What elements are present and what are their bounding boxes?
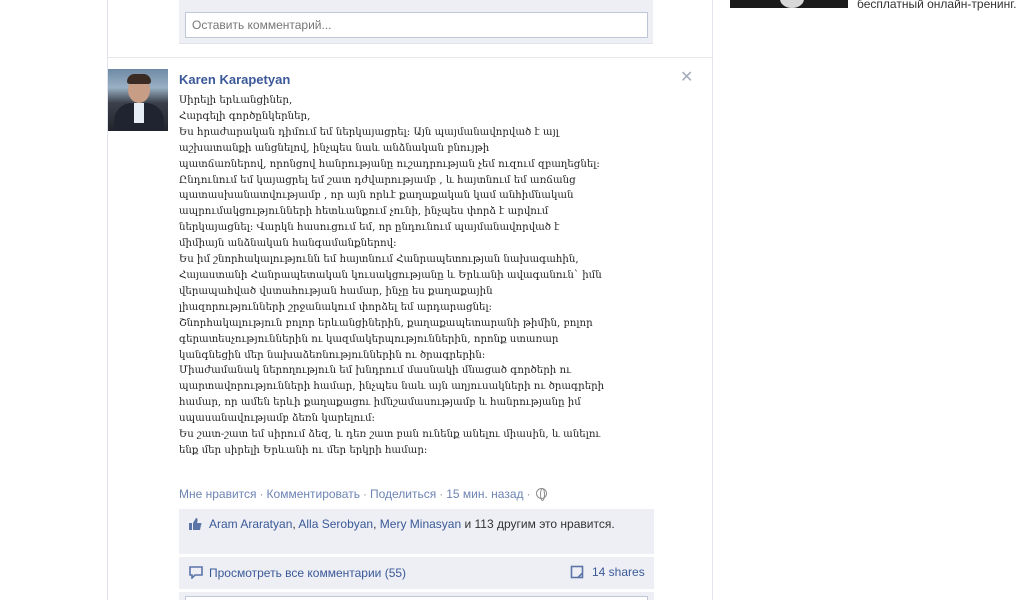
avatar[interactable]: [108, 69, 168, 131]
post-text-line: վերապահված վստահության համար, ինչը ես քա…: [179, 285, 493, 297]
like-link[interactable]: Мне нравится: [179, 487, 257, 501]
post-text-line: պարտավորությունների համար, ինչպես նաև այ…: [179, 381, 605, 393]
view-all-comments-link[interactable]: Просмотреть все комментарии (55): [209, 566, 406, 580]
ad-description[interactable]: бесплатный онлайн-тренинг.: [857, 0, 1027, 12]
post-text-line: Շնորհակալություն բոլոր երևանցիներին, քաղ…: [179, 317, 593, 329]
timestamp[interactable]: 15 мин. назад: [446, 487, 523, 501]
post-text-line: համար, որ ամեն երևի քաղաքացու իմնշամասու…: [179, 397, 581, 409]
shares-icon: [570, 565, 584, 579]
ad-image-highlight: [780, 0, 804, 8]
post-text-line: կանգնեցին մեր նախաձեռնություններին ու ծր…: [179, 349, 486, 361]
avatar-hair: [127, 74, 151, 84]
post-text-line: Հարգելի գործընկերներ,: [179, 110, 311, 122]
post-text-line: Ես շատ-շատ եմ սիրում ձեզ, և դեռ շատ բան …: [179, 429, 601, 441]
post-text: Սիրելի երևանցիներ, Հարգելի գործընկերներ, Ե…: [179, 93, 659, 459]
thumbs-up-icon: [189, 518, 202, 530]
comment-link[interactable]: Комментировать: [267, 487, 360, 501]
post-text-line: աշխատանքի անցնելով, ինչպես նաև անձնական …: [179, 142, 490, 154]
globe-icon[interactable]: [535, 488, 547, 501]
comment-input[interactable]: Оставить комментарий...: [185, 12, 648, 38]
ad-image[interactable]: [730, 0, 848, 8]
close-icon[interactable]: ✕: [680, 67, 693, 86]
post-text-line: Ընդունում եմ կայացրել եմ շատ դժվարությամ…: [179, 174, 576, 186]
post-text-line: Ես հրաժարական դիմում եմ ներկայացրել: Այն…: [179, 126, 559, 138]
post-text-line: ենք մեր սիրելի Երևանի ու մեր երկրի համար…: [179, 444, 428, 456]
post-text-line: Ես իմ շնորհակալությունն եմ հայտնում Հանր…: [179, 254, 579, 266]
liker-name[interactable]: Alla Serobyan: [298, 517, 373, 531]
shares-link[interactable]: 14 shares: [592, 565, 645, 579]
reply-input[interactable]: [185, 596, 648, 600]
post-text-line: Սիրելի երևանցիներ,: [179, 95, 293, 106]
share-link[interactable]: Поделиться: [370, 487, 436, 501]
post-text-line: միմիայն անձնական հանգամանքներով:: [179, 238, 397, 250]
post-text-line: պատասխանատվությամբ , որ այն որևէ քաղաքակ…: [179, 190, 574, 202]
post-text-line: գերատեսչություններին ու կազմակերպություն…: [179, 333, 559, 345]
likes-rest[interactable]: и 113 другим это нравится.: [464, 517, 614, 531]
comments-panel: Просмотреть все комментарии (55) 14 shar…: [179, 557, 654, 589]
post-text-line: ապրումակցությունների հետևանքում չունի, ի…: [179, 206, 549, 218]
comments-icon: [189, 566, 203, 579]
post-text-line: սպասանավությամբ ձեռն կարելում:: [179, 413, 375, 425]
post-actions: Мне нравится · Комментировать · Поделиться · 1…: [179, 487, 547, 501]
liker-name[interactable]: Aram Araratyan: [209, 517, 292, 531]
likes-summary: Aram Araratyan, Alla Serobyan, Mery Mina…: [209, 517, 615, 531]
post-text-line: լիազորությունների շրջանակում փորձել եմ ա…: [179, 301, 492, 313]
post-author[interactable]: Karen Karapetyan: [179, 72, 290, 87]
post-text-line: ներկայացնել: Վարկն հասուցում եմ, որ ընդո…: [179, 222, 560, 234]
avatar-shirt: [134, 103, 144, 123]
post-divider: [107, 57, 713, 58]
likes-panel: Aram Araratyan, Alla Serobyan, Mery Mina…: [179, 509, 654, 554]
liker-name[interactable]: Mery Minasyan: [380, 517, 461, 531]
post-text-line: Հայաստանի Հանրապետական կուսակցությանը և …: [179, 269, 602, 281]
post-text-line: պատճառներով, որոնցով հանրությանը ուշադրո…: [179, 158, 600, 170]
post-text-line: Միաժամանակ ներողություն եմ խնդրում մասնա…: [179, 365, 572, 377]
